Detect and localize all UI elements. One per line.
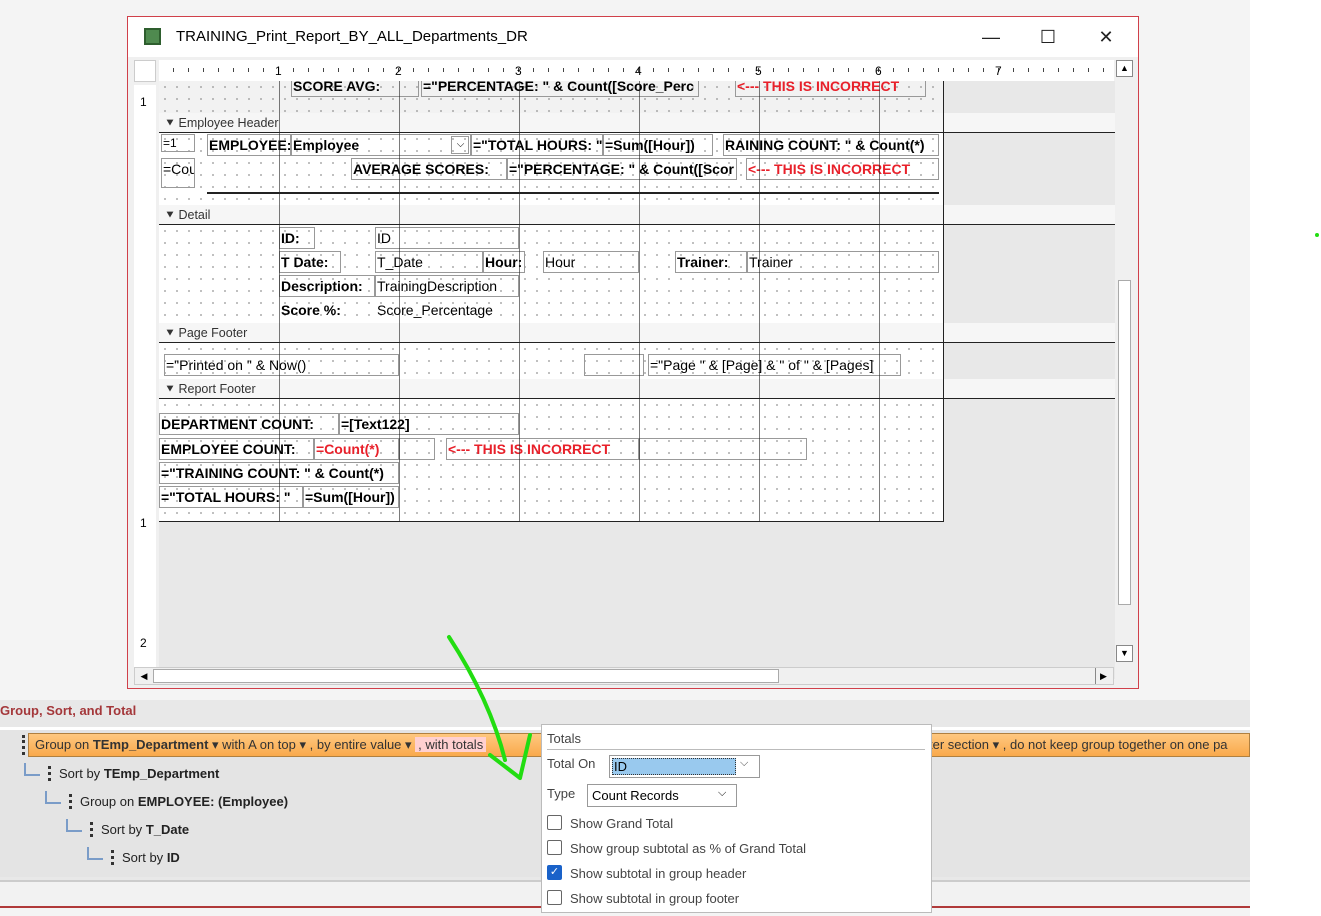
annotation-overlay bbox=[447, 233, 1319, 780]
green-arrow-annotation bbox=[447, 635, 532, 780]
green-dot bbox=[1315, 233, 1319, 237]
